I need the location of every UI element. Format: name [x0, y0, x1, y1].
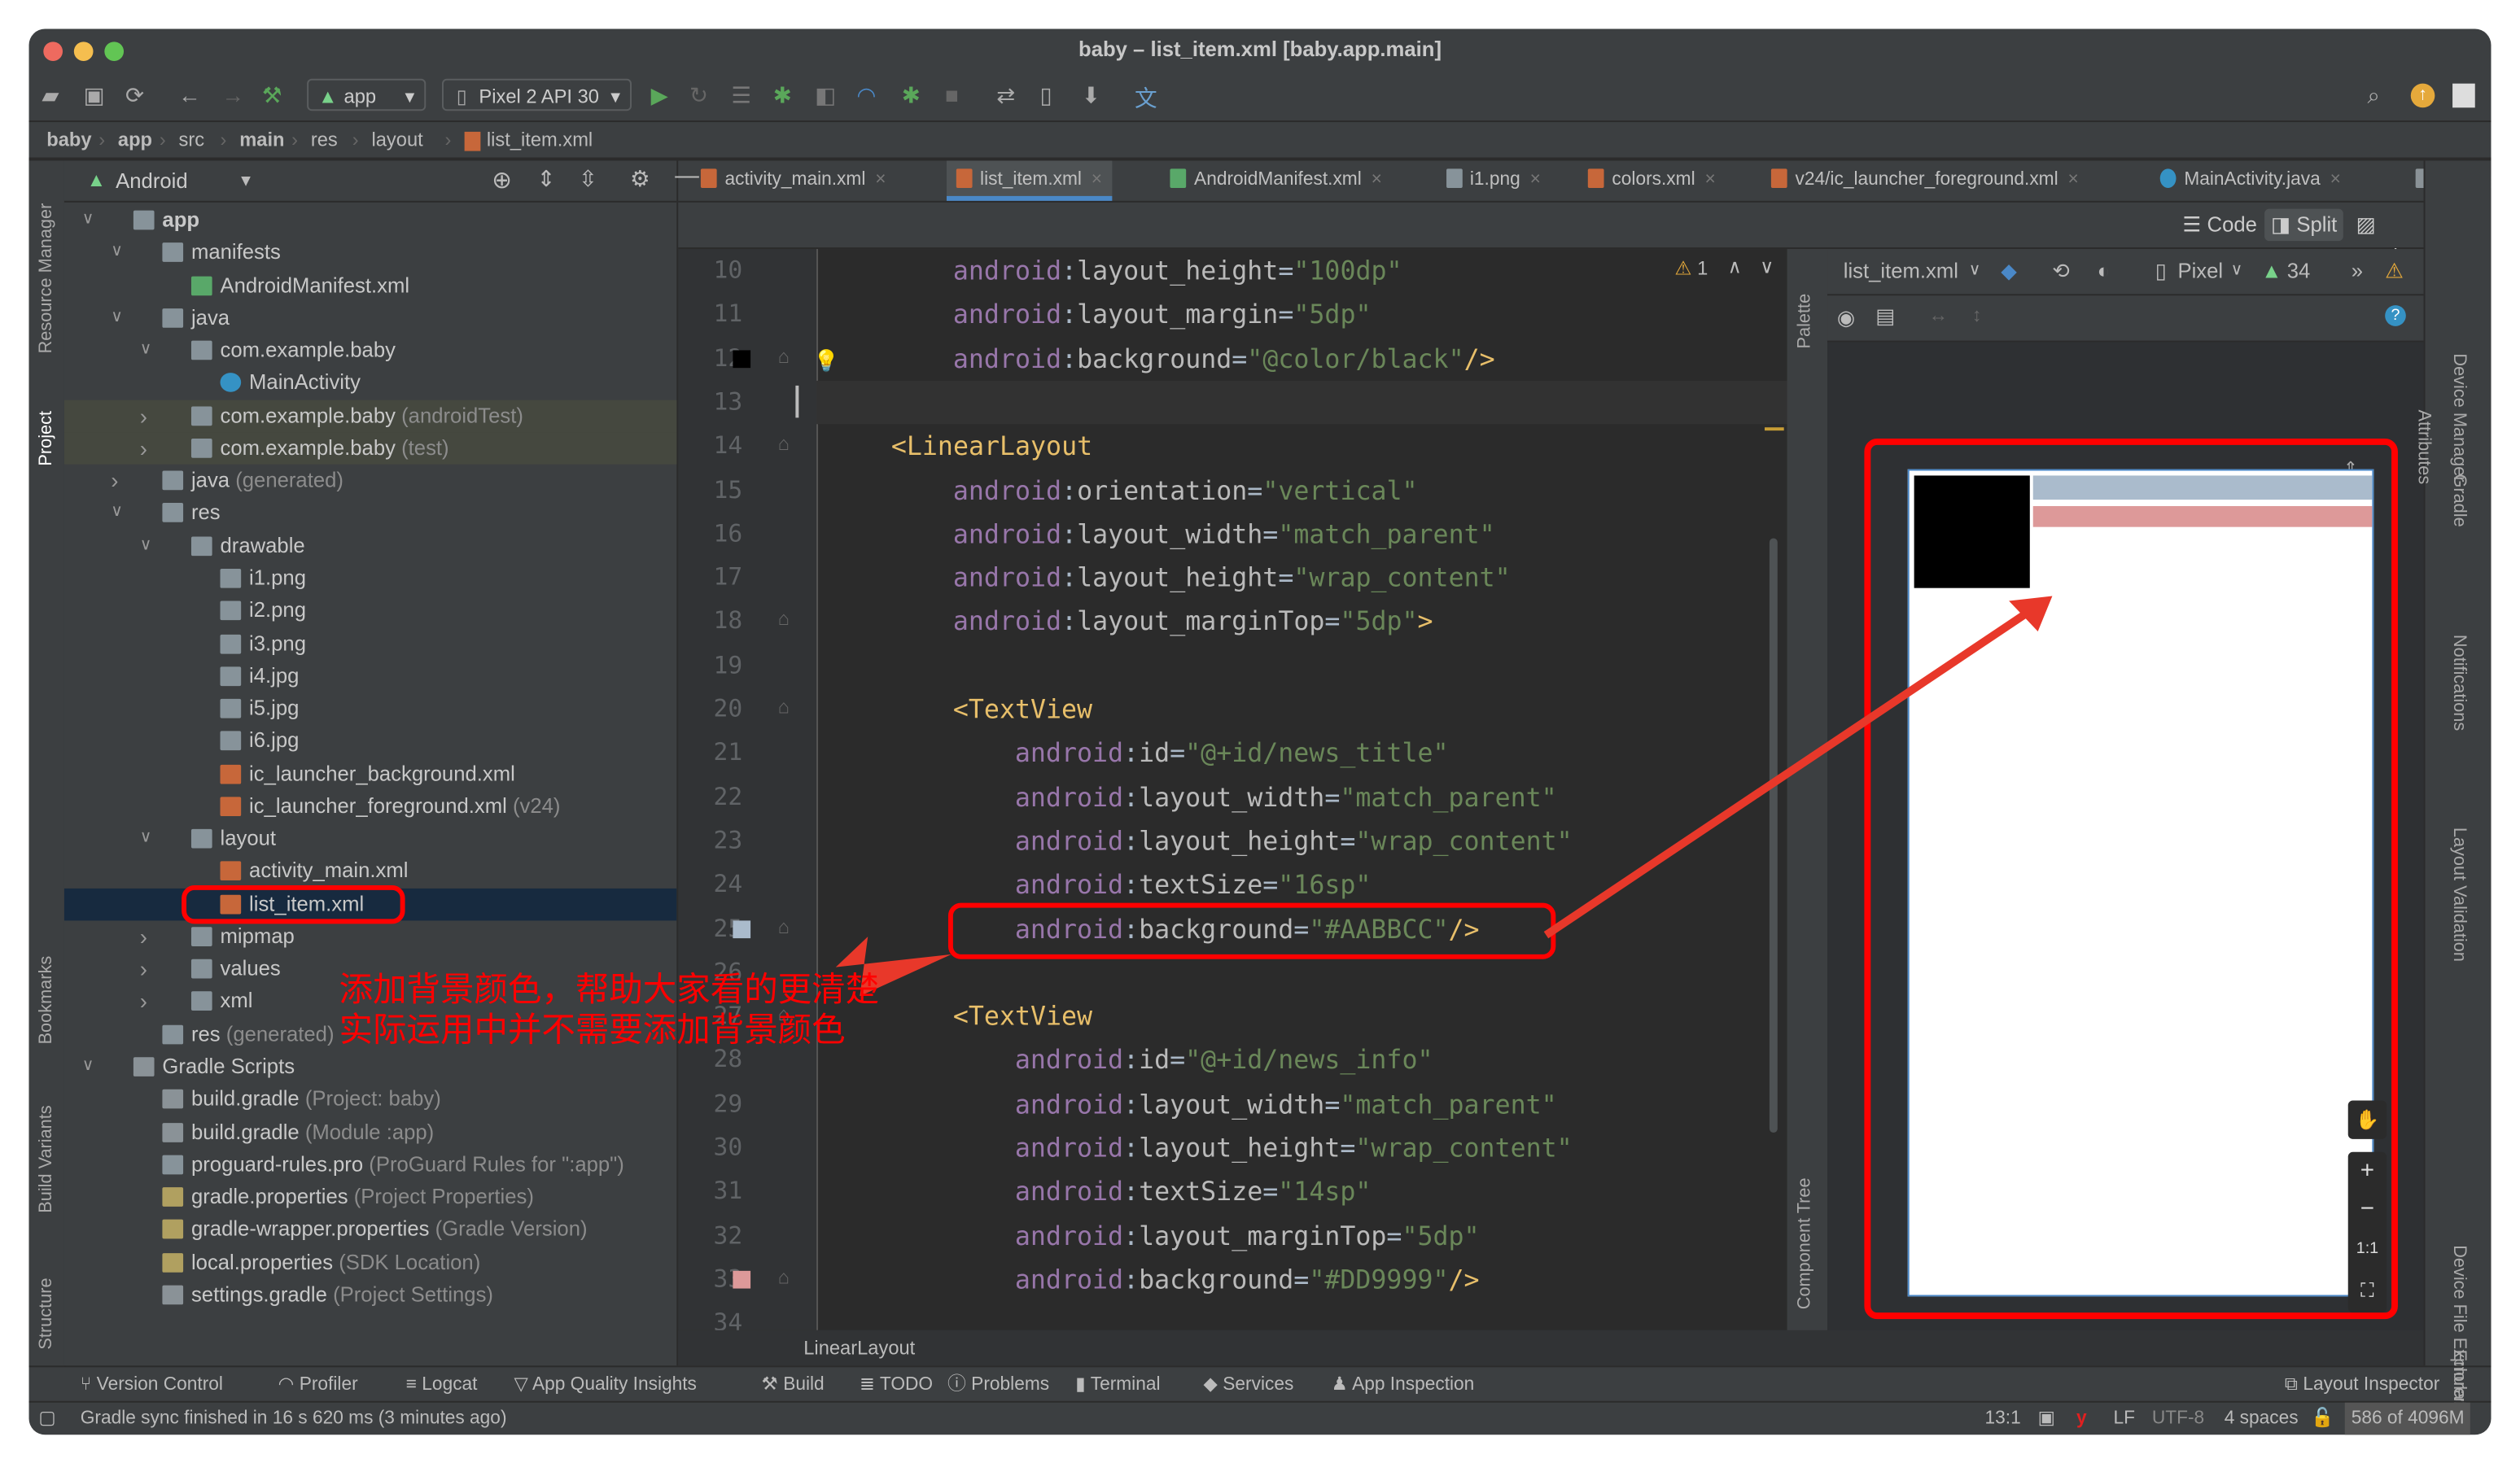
- annotation-line-2: 实际运用中并不需要添加背景颜色: [339, 1010, 846, 1050]
- annotation-line-1: 添加背景颜色，帮助大家看的更清楚: [339, 970, 880, 1009]
- annotation-arrows: [835, 596, 2053, 997]
- arrow-to-preview-icon: [1543, 596, 2053, 939]
- annotation-note: 添加背景颜色，帮助大家看的更清楚 实际运用中并不需要添加背景颜色: [339, 971, 879, 1051]
